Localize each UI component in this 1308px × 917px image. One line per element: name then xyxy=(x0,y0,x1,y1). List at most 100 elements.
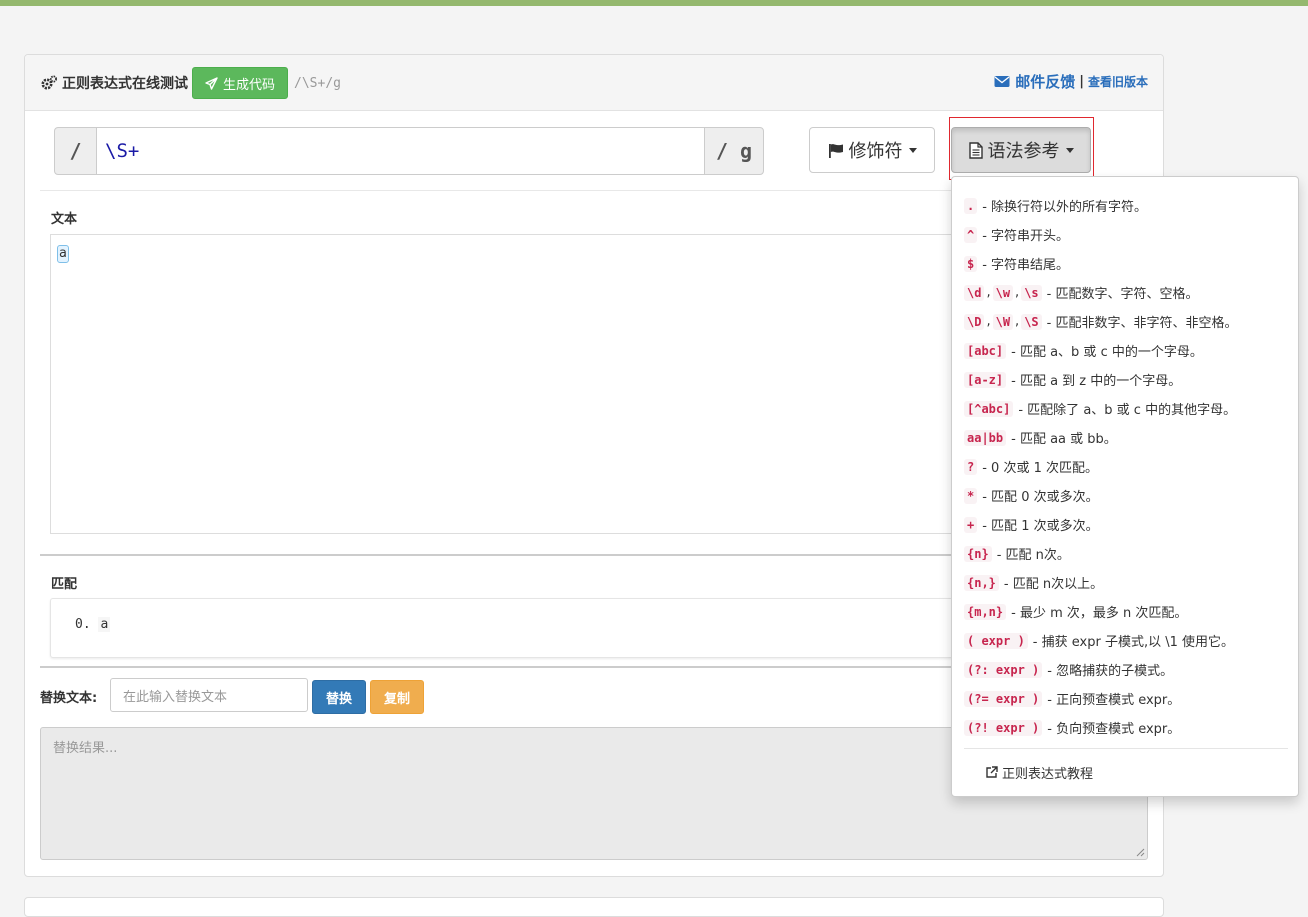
test-text-content: a xyxy=(57,245,69,263)
syntax-description: - 捕获 expr 子模式,以 \1 使用它。 xyxy=(1032,635,1234,650)
syntax-description: - 匹配 aa 或 bb。 xyxy=(1011,432,1117,447)
top-accent-bar xyxy=(0,0,1308,6)
match-value: a xyxy=(98,617,111,632)
syntax-item: + - 匹配 1 次或多次。 xyxy=(964,510,1294,539)
syntax-description: - 除换行符以外的所有字符。 xyxy=(982,200,1148,215)
syntax-description: - 匹配 1 次或多次。 xyxy=(982,519,1099,534)
code-separator: , xyxy=(986,285,991,300)
regex-pattern-input[interactable]: \S+ xyxy=(97,127,704,175)
modifiers-dropdown-button[interactable]: 修饰符 xyxy=(809,127,935,173)
file-text-icon xyxy=(968,141,983,159)
syntax-description: - 匹配 0 次或多次。 xyxy=(982,490,1099,505)
syntax-code: ( expr ) xyxy=(964,632,1028,649)
chevron-down-icon xyxy=(1065,147,1074,153)
syntax-code: \s xyxy=(1021,284,1042,301)
syntax-item: * - 匹配 0 次或多次。 xyxy=(964,481,1294,510)
syntax-description: - 0 次或 1 次匹配。 xyxy=(982,461,1098,476)
syntax-code: + xyxy=(964,516,978,533)
syntax-description: - 负向预查模式 expr。 xyxy=(1047,722,1181,737)
syntax-description: - 匹配数字、字符、空格。 xyxy=(1046,287,1199,302)
code-separator: , xyxy=(986,314,991,329)
syntax-item: [^abc] - 匹配除了 a、b 或 c 中的其他字母。 xyxy=(964,394,1294,423)
generate-code-label: 生成代码 xyxy=(223,77,276,93)
syntax-code: (?! expr ) xyxy=(964,719,1043,736)
syntax-item: (?! expr ) - 负向预查模式 expr。 xyxy=(964,713,1294,742)
syntax-code: [^abc] xyxy=(964,400,1014,417)
copy-button[interactable]: 复制 xyxy=(370,680,424,714)
regex-tutorial-link[interactable]: 正则表达式教程 xyxy=(985,763,1093,782)
generate-code-button[interactable]: 生成代码 xyxy=(192,67,289,99)
syntax-item: {m,n} - 最少 m 次，最多 n 次匹配。 xyxy=(964,597,1294,626)
syntax-item: [a-z] - 匹配 a 到 z 中的一个字母。 xyxy=(964,365,1294,394)
syntax-item: ( expr ) - 捕获 expr 子模式,以 \1 使用它。 xyxy=(964,626,1294,655)
syntax-description: - 匹配 n次。 xyxy=(996,548,1070,563)
syntax-code: $ xyxy=(964,255,978,272)
replace-label: 替换文本: xyxy=(40,691,98,706)
regex-summary: /\S+/g xyxy=(294,75,341,91)
email-feedback-link[interactable]: 邮件反馈 xyxy=(1015,71,1075,92)
menu-divider xyxy=(964,748,1288,749)
syntax-item: {n,} - 匹配 n次以上。 xyxy=(964,568,1294,597)
syntax-code: (?= expr ) xyxy=(964,690,1043,707)
cogs-icon xyxy=(41,75,57,90)
regex-tutorial-label: 正则表达式教程 xyxy=(1002,767,1094,782)
syntax-item: \d, \w, \s - 匹配数字、字符、空格。 xyxy=(964,278,1294,307)
replace-button[interactable]: 替换 xyxy=(312,680,366,714)
old-version-link[interactable]: 查看旧版本 xyxy=(1088,73,1148,90)
chevron-down-icon xyxy=(908,147,917,153)
panel-heading: 正则表达式在线测试 生成代码 /\S+/g 邮件反馈 | 查看旧版本 xyxy=(25,55,1163,111)
envelope-icon xyxy=(994,76,1010,87)
page-title: 正则表达式在线测试 xyxy=(62,76,188,92)
syntax-code: \W xyxy=(992,313,1014,330)
syntax-code: \S xyxy=(1021,313,1042,330)
match-index: 0. xyxy=(75,617,91,632)
syntax-item: {n} - 匹配 n次。 xyxy=(964,539,1294,568)
syntax-description: - 匹配除了 a、b 或 c 中的其他字母。 xyxy=(1018,403,1237,418)
syntax-description: - 匹配非数字、非字符、非空格。 xyxy=(1046,316,1238,331)
syntax-item: aa|bb - 匹配 aa 或 bb。 xyxy=(964,423,1294,452)
match-section-label: 匹配 xyxy=(51,577,78,592)
syntax-item: \D, \W, \S - 匹配非数字、非字符、非空格。 xyxy=(964,307,1294,336)
syntax-description: - 字符串结尾。 xyxy=(982,258,1070,273)
syntax-code: {m,n} xyxy=(964,603,1007,620)
syntax-code: \D xyxy=(964,313,985,330)
syntax-reference-list: .- 除换行符以外的所有字符。 ^ - 字符串开头。 $ - 字符串结尾。 \d, \w, \… xyxy=(964,191,1294,742)
external-link-icon xyxy=(986,766,998,778)
match-item: 0. a xyxy=(75,617,111,632)
paper-plane-icon xyxy=(205,76,218,90)
syntax-description: - 正向预查模式 expr。 xyxy=(1047,693,1181,708)
syntax-description: - 匹配 n次以上。 xyxy=(1003,577,1104,592)
syntax-code: {n} xyxy=(964,545,992,562)
syntax-description: - 最少 m 次，最多 n 次匹配。 xyxy=(1011,606,1188,621)
syntax-item: (?: expr ) - 忽略捕获的子模式。 xyxy=(964,655,1294,684)
replace-result-placeholder: 替换结果... xyxy=(53,741,118,756)
syntax-item: [abc] - 匹配 a、b 或 c 中的一个字母。 xyxy=(964,336,1294,365)
syntax-code: [abc] xyxy=(964,342,1007,359)
syntax-code: {n,} xyxy=(964,574,999,591)
syntax-code: \w xyxy=(992,284,1014,301)
link-separator: | xyxy=(1079,74,1084,89)
syntax-code: . xyxy=(964,197,978,214)
syntax-code: ? xyxy=(964,458,978,475)
syntax-description: - 匹配 a、b 或 c 中的一个字母。 xyxy=(1011,345,1203,360)
syntax-description: - 字符串开头。 xyxy=(982,229,1070,244)
flag-icon xyxy=(828,143,843,158)
syntax-item: $ - 字符串结尾。 xyxy=(964,249,1294,278)
secondary-panel xyxy=(24,897,1164,917)
syntax-description: - 匹配 a 到 z 中的一个字母。 xyxy=(1011,374,1182,389)
replace-text-input[interactable]: 在此输入替换文本 xyxy=(110,678,308,712)
syntax-code: * xyxy=(964,487,978,504)
resize-grip-icon[interactable] xyxy=(1136,848,1145,857)
text-section-label: 文本 xyxy=(51,212,78,227)
heading-left: 正则表达式在线测试 生成代码 /\S+/g xyxy=(40,66,341,100)
code-separator: , xyxy=(1015,285,1020,300)
modifiers-label: 修饰符 xyxy=(848,141,903,162)
syntax-reference-dropdown-button[interactable]: 语法参考 xyxy=(951,127,1091,173)
code-separator: , xyxy=(1015,314,1020,329)
syntax-item: (?= expr ) - 正向预查模式 expr。 xyxy=(964,684,1294,713)
syntax-item: ? - 0 次或 1 次匹配。 xyxy=(964,452,1294,481)
regex-left-delimiter: / xyxy=(54,127,97,175)
syntax-description: - 忽略捕获的子模式。 xyxy=(1047,664,1174,679)
syntax-code: (?: expr ) xyxy=(964,661,1043,678)
syntax-reference-label: 语法参考 xyxy=(987,141,1060,162)
